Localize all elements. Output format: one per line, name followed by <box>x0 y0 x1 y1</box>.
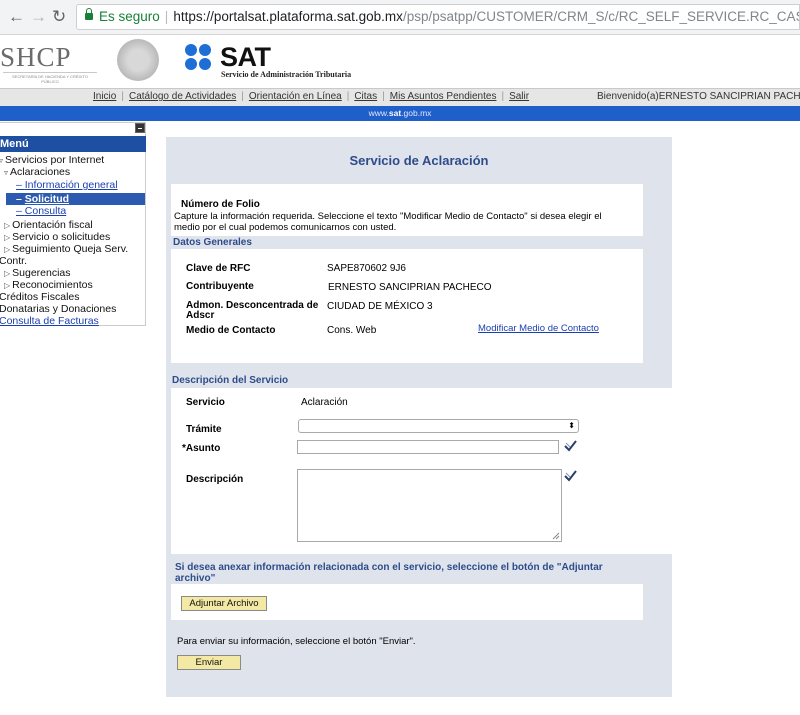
sidebar-title: Menú <box>0 136 146 152</box>
spellcheck-icon[interactable] <box>564 470 577 482</box>
triangle-right-icon: ▷ <box>4 245 11 254</box>
sidebar-item-consulta-facturas[interactable]: Consulta de Facturas <box>0 315 99 327</box>
secure-label: Es seguro <box>99 9 160 24</box>
admon-label: Admon. Desconcentrada de Adscr <box>186 300 319 321</box>
menu-link-pendientes[interactable]: Mis Asuntos Pendientes <box>390 91 497 102</box>
back-arrow-icon[interactable]: ← <box>8 8 25 26</box>
enviar-button[interactable]: Enviar <box>177 655 241 670</box>
tramite-label: Trámite <box>186 424 222 435</box>
url-host: https://portalsat.plataforma.sat.gob.mx <box>173 9 403 24</box>
url-path: /psp/psatpp/CUSTOMER/CRM_S/c/RC_SELF_SER… <box>402 9 799 24</box>
enviar-instructions: Para enviar su información, seleccione e… <box>177 636 416 647</box>
menu-link-salir[interactable]: Salir <box>509 91 529 102</box>
shcp-subtitle: SECRETARÍA DE HACIENDA Y CRÉDITO PÚBLICO <box>3 72 97 84</box>
tramite-select[interactable]: ⬍ <box>298 419 579 433</box>
spellcheck-icon[interactable] <box>564 440 577 452</box>
forward-arrow-icon[interactable]: → <box>30 8 47 26</box>
descripcion-textarea[interactable] <box>297 469 562 542</box>
rfc-value: SAPE870602 9J6 <box>327 263 406 274</box>
welcome-text: Bienvenido(a)ERNESTO SANCIPRIAN PACHECO <box>597 91 800 102</box>
sidebar-item-solicitud[interactable]: – Solicitud <box>16 193 69 205</box>
top-menu-bar: Inicio | Catálogo de Actividades | Orientaci… <box>0 88 800 107</box>
menu-link-orientacion[interactable]: Orientación en Línea <box>249 91 342 102</box>
adjuntar-archivo-button[interactable]: Adjuntar Archivo <box>181 596 267 611</box>
folio-label: Número de Folio <box>181 199 260 210</box>
sat-logo-icon <box>185 44 211 72</box>
mexico-seal-icon <box>117 39 159 81</box>
sat-subtitle: Servicio de Administración Tributaria <box>221 70 352 79</box>
triangle-right-icon: ▷ <box>4 221 11 230</box>
resize-handle-icon[interactable] <box>552 532 560 540</box>
triangle-right-icon: ▷ <box>4 269 11 278</box>
shcp-logo: SHCP <box>0 42 72 72</box>
sidebar-item-informacion-general[interactable]: – Información general <box>16 179 118 191</box>
sidebar-item-seguimiento-queja-cont[interactable]: Contr. <box>0 255 27 267</box>
triangle-down-icon: ▿ <box>0 156 4 165</box>
medio-contacto-label: Medio de Contacto <box>186 325 276 336</box>
select-arrows-icon: ⬍ <box>568 421 575 430</box>
menu-link-inicio[interactable]: Inicio <box>93 91 116 102</box>
sidebar-item-donatarias[interactable]: Donatarias y Donaciones <box>0 303 116 315</box>
collapse-icon[interactable] <box>135 123 145 133</box>
top-menu-links: Inicio | Catálogo de Actividades | Orientaci… <box>93 91 530 102</box>
medio-contacto-value: Cons. Web <box>327 325 377 336</box>
descripcion-label: Descripción <box>186 474 244 485</box>
sidebar-item-creditos-fiscales[interactable]: Créditos Fiscales <box>0 291 80 303</box>
datos-generales-heading: Datos Generales <box>173 237 252 248</box>
sidebar-item-consulta[interactable]: – Consulta <box>16 205 66 217</box>
asunto-input[interactable] <box>297 440 559 454</box>
anexar-heading: Si desea anexar información relacionada … <box>175 562 603 584</box>
admon-value: CIUDAD DE MÉXICO 3 <box>327 301 433 312</box>
triangle-down-icon: ▿ <box>4 168 9 177</box>
instructions-text: Capture la información requerida. Selecc… <box>174 211 602 233</box>
sidebar-item-aclaraciones[interactable]: ▿ Aclaraciones <box>4 166 70 179</box>
servicio-label: Servicio <box>186 397 225 408</box>
servicio-value: Aclaración <box>301 397 348 408</box>
lock-icon <box>85 8 93 20</box>
menu-link-catalogo[interactable]: Catálogo de Actividades <box>129 91 236 102</box>
page-title: Servicio de Aclaración <box>349 153 489 168</box>
site-band-url: www.sat.gob.mx <box>368 108 432 118</box>
asunto-label: *Asunto <box>182 443 221 454</box>
triangle-right-icon: ▷ <box>4 233 11 242</box>
address-bar[interactable]: Es seguro | https://portalsat.plataforma.s… <box>76 4 800 30</box>
triangle-right-icon: ▷ <box>4 281 11 290</box>
contribuyente-label: Contribuyente <box>186 281 254 292</box>
menu-link-citas[interactable]: Citas <box>354 91 377 102</box>
descripcion-servicio-heading: Descripción del Servicio <box>172 375 289 386</box>
contribuyente-value: ERNESTO SANCIPRIAN PACHECO <box>328 282 492 293</box>
modificar-medio-link[interactable]: Modificar Medio de Contacto <box>478 323 599 334</box>
rfc-label: Clave de RFC <box>186 263 251 274</box>
reload-icon[interactable]: ↻ <box>52 8 66 26</box>
sat-logo-text: SAT <box>220 42 271 72</box>
